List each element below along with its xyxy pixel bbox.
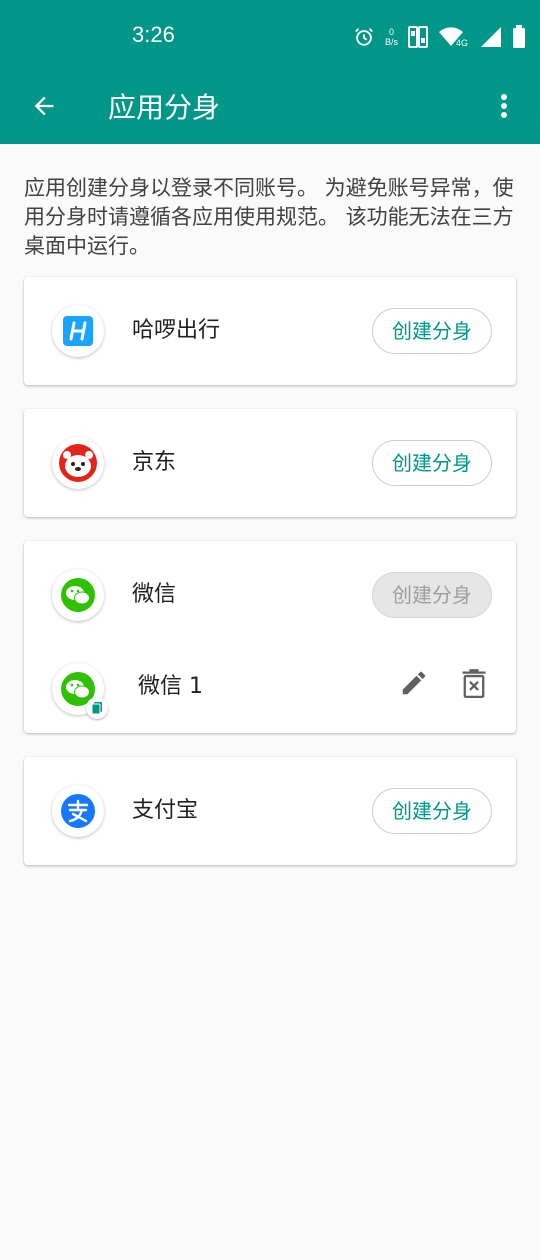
app-name: 微信 (132, 582, 177, 607)
app-name: 哈啰出行 (132, 318, 221, 343)
sim-icon (408, 26, 428, 48)
app-card-wechat: 微信 创建分身 微信 1 (24, 541, 516, 733)
edit-clone-button[interactable] (392, 663, 436, 707)
back-button[interactable] (22, 86, 66, 130)
clone-badge-icon (86, 697, 108, 719)
app-card-jd: 京东 创建分身 (24, 409, 516, 517)
signal-icon (480, 26, 502, 48)
app-card-alipay: 支付宝 创建分身 (24, 757, 516, 865)
wechat-clone-icon (52, 663, 108, 719)
app-name: 京东 (132, 450, 177, 475)
edit-icon (399, 668, 429, 702)
delete-icon (461, 668, 487, 702)
net-speed-value: 0 (388, 27, 394, 37)
create-clone-button[interactable]: 创建分身 (372, 788, 492, 834)
clone-row: 微信 1 (24, 649, 516, 733)
net-speed-indicator: 0 B/s (385, 27, 398, 47)
delete-clone-button[interactable] (452, 663, 496, 707)
page-title: 应用分身 (108, 91, 221, 124)
net-speed-unit: B/s (384, 37, 398, 47)
app-row: 支付宝 创建分身 (24, 757, 516, 865)
status-bar: 3:26 0 B/s 4G (0, 0, 540, 72)
app-toolbar: 应用分身 (0, 72, 540, 144)
app-card-hellobike: 哈啰出行 创建分身 (24, 277, 516, 385)
jd-icon (52, 437, 104, 489)
clone-name: 微信 1 (138, 674, 203, 699)
alipay-icon (52, 785, 104, 837)
wechat-icon (52, 569, 104, 621)
app-name: 支付宝 (132, 798, 199, 823)
arrow-back-icon (30, 92, 58, 124)
app-row: 京东 创建分身 (24, 409, 516, 517)
more-vert-icon (500, 93, 508, 123)
more-options-button[interactable] (482, 86, 526, 130)
status-icons: 0 B/s 4G (353, 22, 526, 52)
create-clone-button[interactable]: 创建分身 (372, 308, 492, 354)
app-row: 哈啰出行 创建分身 (24, 277, 516, 385)
description-text: 应用创建分身以登录不同账号。 为避免账号异常，使用分身时请遵循各应用使用规范。 … (24, 176, 514, 258)
create-clone-button[interactable]: 创建分身 (372, 440, 492, 486)
hellobike-icon (52, 305, 104, 357)
network-type-label: 4G (456, 38, 469, 48)
create-clone-button[interactable]: 创建分身 (372, 572, 492, 618)
alarm-icon (353, 26, 375, 48)
app-row: 微信 创建分身 (24, 541, 516, 649)
status-time: 3:26 (132, 22, 175, 47)
wifi-icon: 4G (438, 26, 468, 48)
battery-icon (512, 25, 526, 49)
